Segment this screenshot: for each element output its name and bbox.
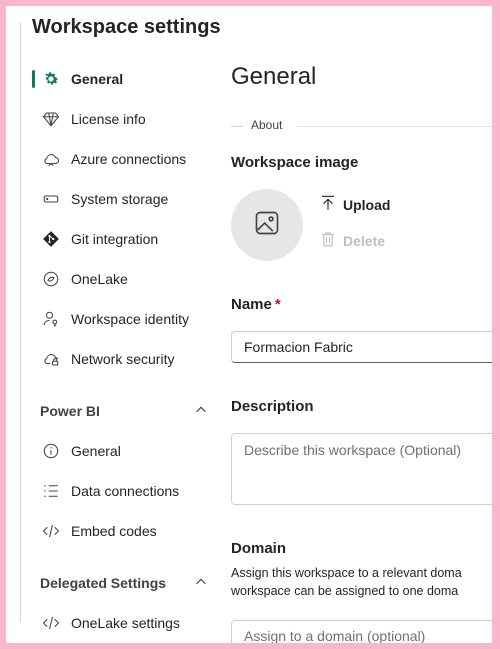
domain-description-line: workspace can be assigned to one doma [231,584,459,598]
about-divider: About [231,118,492,134]
sidebar-item-embed-codes[interactable]: Embed codes [32,511,212,551]
upload-button[interactable]: Upload [319,194,390,215]
chevron-up-icon [194,403,208,420]
code-icon [41,613,61,633]
domain-description-line: Assign this workspace to a relevant doma [231,566,462,580]
sidebar-item-label: General [71,443,121,459]
divider-line [297,126,492,127]
sidebar-item-label: General [71,71,124,87]
identity-icon [41,309,61,329]
onelake-icon [41,269,61,289]
active-indicator [32,70,35,88]
section-title: Delegated Settings [40,575,167,591]
name-label: Name * [231,296,281,313]
name-input[interactable] [231,331,492,363]
description-label: Description [231,398,314,415]
workspace-settings-panel: Workspace settings General License info … [6,6,492,643]
description-input[interactable] [231,433,492,505]
section-title: Power BI [40,403,100,419]
delete-button[interactable]: Delete [319,230,385,251]
domain-label: Domain [231,540,287,557]
name-label-text: Name [231,296,272,313]
page-title: General [231,63,317,90]
info-icon [41,441,61,461]
gear-icon [41,69,61,89]
divider-line [231,126,243,127]
sidebar-item-label: Azure connections [71,151,187,167]
domain-input[interactable] [231,620,492,643]
sidebar-item-workspace-identity[interactable]: Workspace identity [32,299,212,339]
sidebar-item-git-integration[interactable]: Git integration [32,219,212,259]
cloud-lock-icon [41,349,61,369]
list-icon [41,481,61,501]
domain-description: Assign this workspace to a relevant doma… [231,564,492,600]
diamond-icon [41,109,61,129]
section-delegated-settings[interactable]: Delegated Settings [32,563,212,603]
upload-label: Upload [343,196,391,213]
sidebar-item-label: License info [71,111,146,127]
sidebar-item-license-info[interactable]: License info [32,99,212,139]
sidebar-item-azure-connections[interactable]: Azure connections [32,139,212,179]
sidebar-item-label: Data connections [71,483,180,499]
upload-icon [319,194,343,215]
section-power-bi[interactable]: Power BI [32,391,212,431]
sidebar-item-label: OneLake settings [71,615,180,631]
sidebar-item-label: System storage [71,191,169,207]
workspace-image-label: Workspace image [231,154,359,171]
sidebar-item-network-security[interactable]: Network security [32,339,212,379]
about-label: About [251,118,283,132]
sidebar-item-label: Git integration [71,231,159,247]
panel-title: Workspace settings [32,16,221,38]
sidebar-item-onelake-settings[interactable]: OneLake settings [32,603,212,643]
sidebar-item-data-connections[interactable]: Data connections [32,471,212,511]
sidebar-item-general[interactable]: General [32,59,212,99]
git-icon [41,229,61,249]
sidebar-item-onelake[interactable]: OneLake [32,259,212,299]
trash-icon [319,230,343,251]
sidebar-item-label: Network security [71,351,175,367]
storage-icon [41,189,61,209]
sidebar-item-label: Workspace identity [71,311,190,327]
sidebar-item-system-storage[interactable]: System storage [32,179,212,219]
workspace-image-placeholder [231,189,303,261]
sidebar-item-label: OneLake [71,271,128,287]
sidebar-item-powerbi-general[interactable]: General [32,431,212,471]
sidebar-item-label: Embed codes [71,523,157,539]
required-marker: * [274,296,281,313]
delete-label: Delete [343,232,386,249]
code-icon [41,521,61,541]
image-icon [253,209,281,242]
cloud-icon [41,149,61,169]
panel-left-border [20,22,21,622]
settings-nav: General License info Azure connections S… [32,59,212,643]
chevron-up-icon [194,575,208,592]
